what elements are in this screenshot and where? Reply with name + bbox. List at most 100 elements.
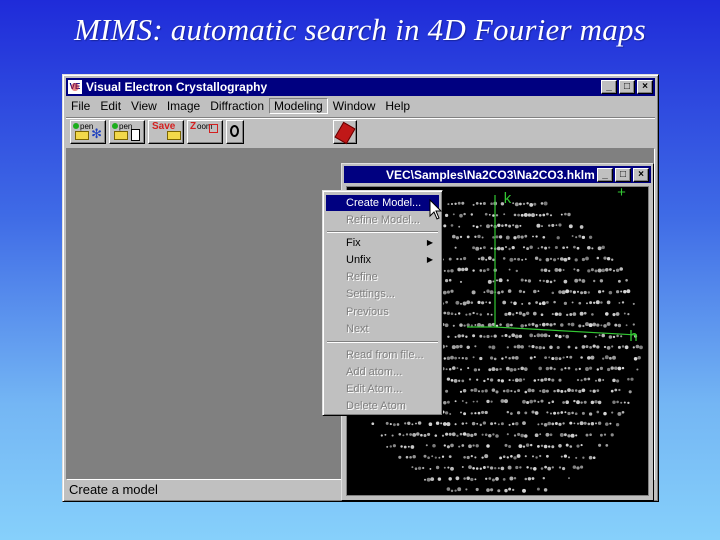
diffraction-spot [567, 345, 571, 349]
folder-icon [114, 131, 128, 140]
diffraction-spot [548, 335, 551, 337]
diffraction-spot [488, 368, 492, 372]
diffraction-spot [545, 257, 550, 262]
diffraction-spot [574, 389, 578, 392]
menu-modeling[interactable]: Modeling [269, 98, 328, 114]
menubar: File Edit View Image Diffraction Modelin… [66, 97, 655, 115]
diffraction-spot [482, 202, 486, 205]
zoom-button[interactable]: Z oom [187, 120, 223, 144]
diffraction-spot [481, 456, 484, 459]
diffraction-spot [474, 412, 477, 415]
diffraction-spot [470, 213, 474, 216]
menu-view[interactable]: View [126, 98, 162, 114]
menu-item-add-atom[interactable]: Add atom... [326, 364, 439, 380]
diffraction-spot [446, 487, 451, 491]
menu-item-create-model[interactable]: Create Model... [326, 195, 439, 211]
diffraction-spot [589, 346, 592, 349]
zoom-icon [209, 124, 218, 133]
diffraction-spot [531, 213, 535, 218]
diffraction-spot [511, 356, 515, 360]
app-titlebar[interactable]: VE Visual Electron Crystallography _ □ × [66, 78, 655, 96]
menu-item-settings[interactable]: Settings... [326, 286, 439, 302]
diffraction-spot [450, 224, 454, 227]
menu-help[interactable]: Help [380, 98, 415, 114]
close-button[interactable]: × [637, 80, 653, 94]
diffraction-spot [454, 202, 457, 206]
child-minimize-button[interactable]: _ [597, 167, 613, 182]
menu-item-refine[interactable]: Refine [326, 269, 439, 285]
diffraction-spot [516, 235, 521, 239]
diffraction-spot [580, 465, 584, 469]
menu-item-read-from-file[interactable]: Read from file... [326, 347, 439, 363]
diffraction-spot [491, 478, 495, 482]
menu-item-unfix[interactable]: Unfix ▶ [326, 252, 439, 268]
diffraction-spot [486, 268, 490, 271]
child-maximize-button[interactable]: □ [615, 167, 631, 182]
diffraction-spot [543, 201, 548, 206]
diffraction-spot [504, 488, 508, 493]
menu-item-fix[interactable]: Fix ▶ [326, 235, 439, 251]
menu-item-edit-atom[interactable]: Edit Atom... [326, 381, 439, 397]
diffraction-spot [541, 301, 546, 306]
menu-separator [327, 231, 438, 233]
diffraction-spot [490, 247, 493, 250]
maximize-button[interactable]: □ [619, 80, 635, 94]
menu-image[interactable]: Image [162, 98, 205, 114]
diffraction-spot [596, 345, 600, 349]
diffraction-spot [625, 279, 628, 282]
diffraction-spot [603, 411, 607, 416]
diffraction-spot [534, 256, 539, 260]
menu-item-next[interactable]: Next [326, 321, 439, 337]
diffraction-spot [479, 269, 483, 272]
diffraction-spot [477, 368, 481, 371]
diffraction-spot [518, 289, 522, 293]
menu-item-refine-model[interactable]: Refine Model... [326, 212, 439, 228]
diffraction-spot [583, 311, 587, 315]
magnifier-button[interactable] [226, 120, 244, 144]
diffraction-spot [628, 390, 632, 394]
minimize-button[interactable]: _ [601, 80, 617, 94]
book-button[interactable] [333, 120, 357, 145]
menu-edit[interactable]: Edit [95, 98, 126, 114]
diffraction-spot [532, 311, 537, 316]
diffraction-spot [615, 268, 620, 273]
menu-file[interactable]: File [66, 98, 95, 114]
diffraction-spot [470, 433, 474, 438]
diffraction-spot [556, 236, 560, 240]
diffraction-spot [459, 213, 463, 218]
open-image-button[interactable]: pen ✻ [70, 120, 106, 144]
diffraction-spot [522, 445, 526, 448]
diffraction-spot [468, 465, 472, 469]
diffraction-spot [450, 443, 454, 448]
diffraction-spot [533, 289, 537, 294]
diffraction-spot [597, 421, 602, 425]
diffraction-spot [505, 366, 510, 371]
diffraction-spot [534, 411, 539, 415]
hklm-title: VEC\Samples\Na2CO3\Na2CO3.hklm [386, 167, 595, 182]
diffraction-spot [558, 290, 562, 294]
diffraction-spot [558, 422, 562, 426]
diffraction-spot [400, 445, 403, 448]
menu-window[interactable]: Window [328, 98, 381, 114]
diffraction-spot [597, 400, 602, 405]
menu-item-delete-atom[interactable]: Delete Atom [326, 398, 439, 414]
menu-diffraction[interactable]: Diffraction [205, 98, 269, 114]
diffraction-spot [446, 377, 451, 381]
diffraction-spot [551, 378, 555, 382]
diffraction-spot [562, 356, 565, 359]
diffraction-spot [591, 313, 594, 316]
diffraction-spot [573, 399, 576, 403]
diffraction-spot [576, 268, 580, 272]
diffraction-spot [521, 258, 524, 261]
diffraction-spot [592, 389, 596, 393]
diffraction-spot [461, 201, 465, 205]
menu-item-previous[interactable]: Previous [326, 304, 439, 320]
save-button[interactable]: Save [148, 120, 184, 144]
child-close-button[interactable]: × [633, 167, 649, 182]
diffraction-spot [596, 368, 600, 371]
snowflake-icon: ✻ [91, 126, 102, 141]
hklm-titlebar[interactable]: VEC\Samples\Na2CO3\Na2CO3.hklm _ □ × [344, 166, 651, 183]
diffraction-spot [563, 279, 568, 284]
open-diffraction-button[interactable]: pen [109, 120, 145, 144]
diffraction-spot [579, 421, 584, 426]
